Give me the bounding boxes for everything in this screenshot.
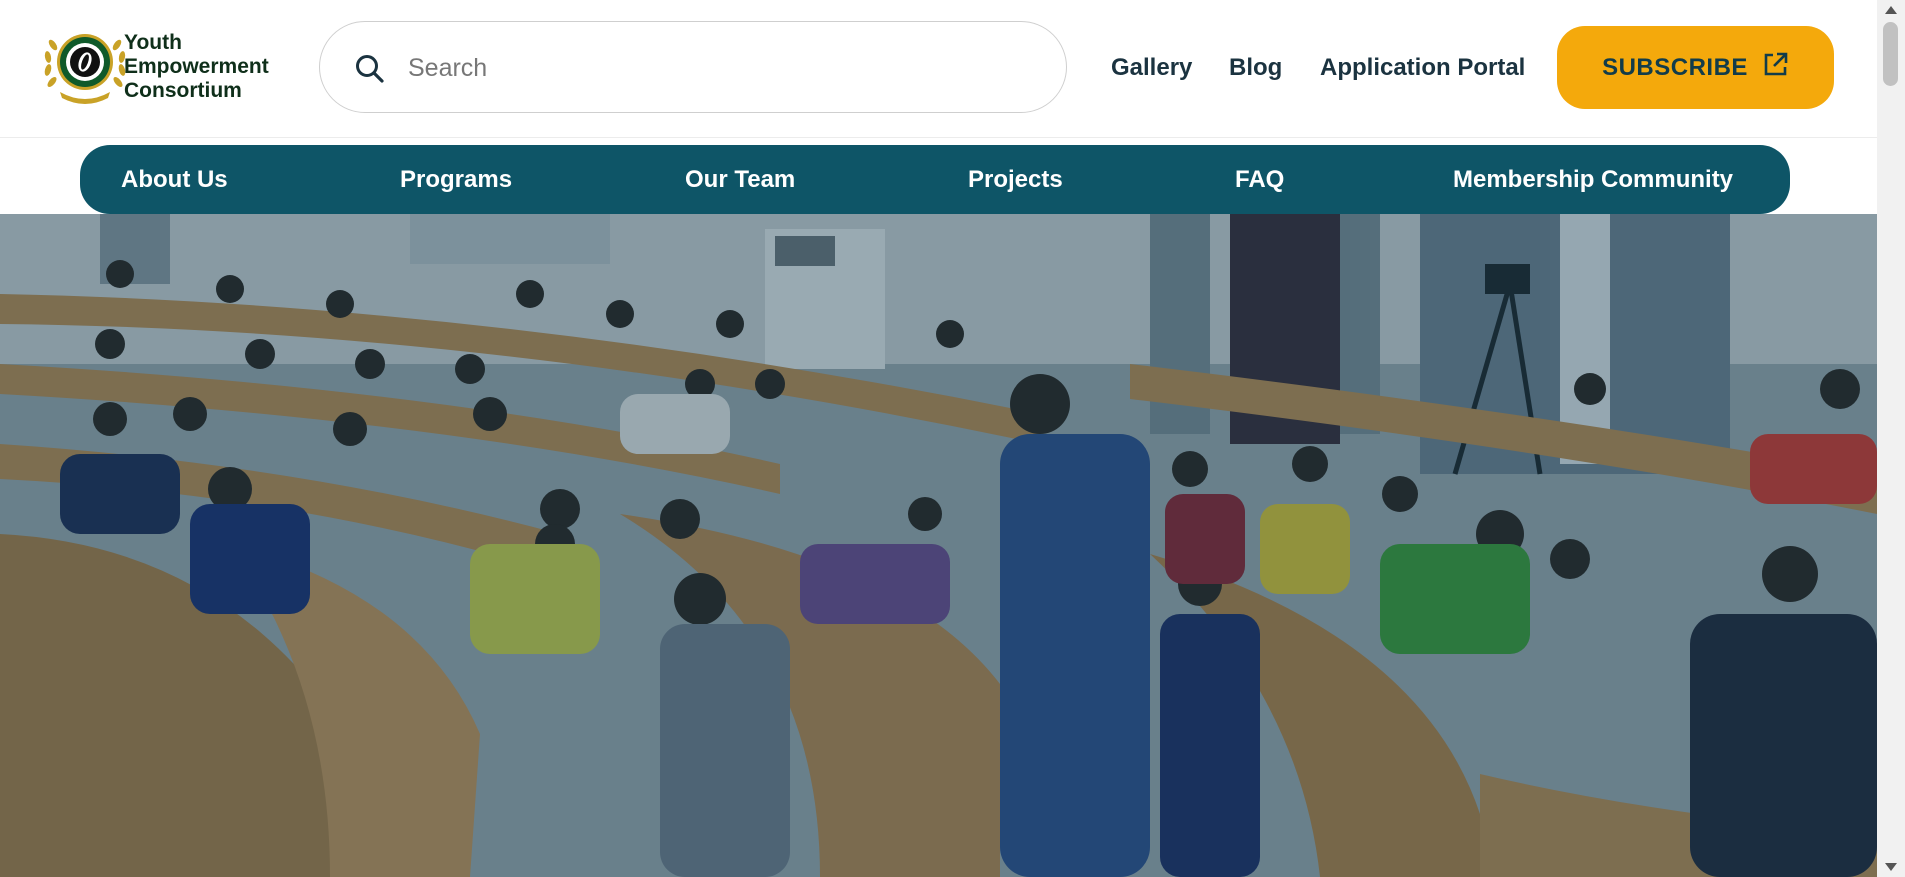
nav-link-gallery[interactable]: Gallery (1111, 54, 1192, 82)
search-bar[interactable] (319, 21, 1067, 113)
yec-logo[interactable] (40, 20, 130, 106)
nav-link-application-portal[interactable]: Application Portal (1320, 54, 1525, 82)
nav-item-programs[interactable]: Programs (400, 166, 512, 194)
nav-item-faq[interactable]: FAQ (1235, 166, 1284, 194)
brand-line-3: Consortium (124, 79, 242, 102)
brand-line-1: Youth (124, 31, 182, 54)
site-header: Youth Empowerment Consortium Gallery Blo… (0, 0, 1877, 138)
nav-item-our-team[interactable]: Our Team (685, 166, 795, 194)
search-input[interactable] (406, 44, 1030, 92)
nav-item-about-us[interactable]: About Us (121, 166, 228, 194)
subscribe-label: SUBSCRIBE (1602, 53, 1748, 81)
scrollbar-thumb[interactable] (1883, 22, 1898, 86)
brand-line-2: Empowerment (124, 55, 269, 78)
nav-link-blog[interactable]: Blog (1229, 54, 1282, 82)
nav-item-membership-community[interactable]: Membership Community (1453, 166, 1733, 194)
scroll-down-arrow-icon[interactable] (1885, 863, 1897, 871)
brand-name[interactable]: Youth Empowerment Consortium (124, 31, 269, 103)
hero-image (0, 214, 1877, 877)
page-scrollbar[interactable] (1877, 0, 1905, 877)
main-navigation: About Us Programs Our Team Projects FAQ … (80, 145, 1790, 214)
subscribe-button[interactable]: SUBSCRIBE (1557, 26, 1834, 109)
scroll-up-arrow-icon[interactable] (1885, 6, 1897, 14)
nav-item-projects[interactable]: Projects (968, 166, 1063, 194)
external-link-icon (1764, 52, 1788, 76)
search-icon (356, 55, 384, 83)
